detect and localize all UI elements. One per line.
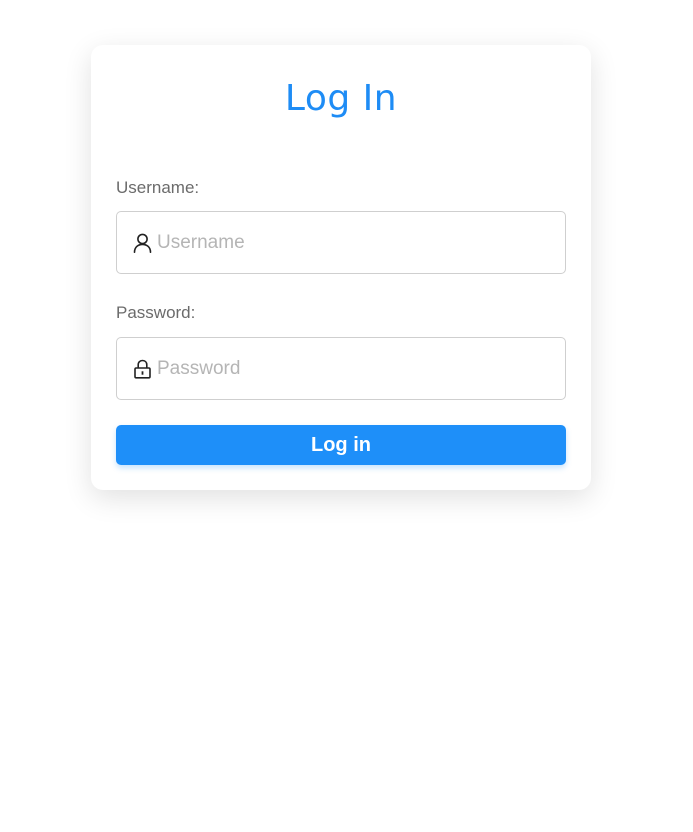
page-title: Log In (284, 78, 398, 119)
password-field[interactable] (116, 337, 566, 400)
username-label: Username: (116, 178, 200, 197)
username-field[interactable] (116, 211, 566, 274)
password-label: Password: (116, 303, 196, 322)
username-input[interactable] (157, 212, 555, 273)
password-input[interactable] (157, 338, 555, 399)
user-icon (133, 233, 152, 253)
login-button[interactable]: Log in (116, 425, 566, 465)
lock-icon (134, 359, 151, 379)
login-card: Log In Username: Password: Log in (91, 45, 591, 490)
